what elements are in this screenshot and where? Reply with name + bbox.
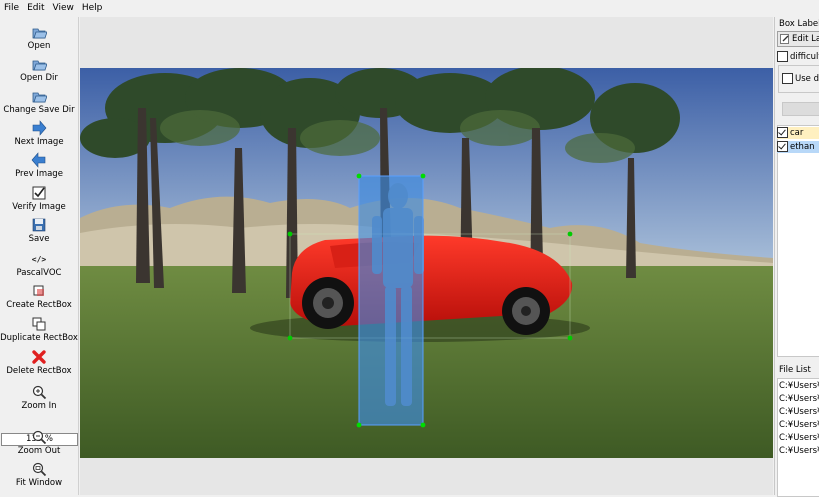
duplicate-rectbox-button[interactable]: Duplicate RectBox bbox=[0, 316, 78, 343]
file-list-item[interactable]: C:¥Users¥s bbox=[779, 381, 819, 391]
label-list bbox=[777, 125, 819, 357]
delete-rectbox-button[interactable]: Delete RectBox bbox=[0, 349, 78, 376]
edit-label-text: Edit La bbox=[792, 34, 819, 44]
fit-window-label: Fit Window bbox=[15, 478, 63, 488]
difficult-label: difficult bbox=[790, 52, 819, 62]
zoom-out-icon bbox=[32, 430, 47, 445]
delete-rectbox-label: Delete RectBox bbox=[6, 366, 72, 376]
annotated-image[interactable] bbox=[80, 68, 773, 458]
file-list-item[interactable]: C:¥Users¥s bbox=[779, 407, 819, 417]
prev-image-button[interactable]: Prev Image bbox=[0, 152, 78, 179]
car-box-handle bbox=[567, 231, 573, 237]
zoom-out-button[interactable]: Zoom Out bbox=[0, 429, 78, 456]
menu-view[interactable]: View bbox=[49, 0, 78, 13]
delete-x-icon bbox=[32, 350, 46, 364]
open-button[interactable]: Open bbox=[0, 24, 78, 51]
ethan-box-handle bbox=[356, 173, 362, 179]
file-list-item[interactable]: C:¥Users¥s bbox=[779, 394, 819, 404]
file-list-item[interactable]: C:¥Users¥s bbox=[779, 433, 819, 443]
zoom-in-icon bbox=[32, 385, 47, 400]
duplicate-rectbox-icon bbox=[32, 317, 46, 331]
duplicate-rectbox-label: Duplicate RectBox bbox=[0, 333, 78, 343]
open-dir-button[interactable]: Open Dir bbox=[0, 56, 78, 83]
file-list-item[interactable]: C:¥Users¥s bbox=[779, 420, 819, 430]
ethan-box-handle bbox=[356, 422, 362, 428]
difficult-checkbox[interactable]: difficult bbox=[777, 51, 819, 62]
use-default-checkbox-box[interactable] bbox=[782, 73, 793, 84]
label-item-ethan[interactable]: ethan bbox=[777, 141, 819, 153]
car-box-handle bbox=[567, 335, 573, 341]
open-dir-icon bbox=[32, 60, 47, 71]
open-label: Open bbox=[27, 41, 51, 51]
zoom-out-label: Zoom Out bbox=[17, 446, 61, 456]
zoom-in-button[interactable]: Zoom In bbox=[0, 384, 78, 411]
label-item-car[interactable]: car bbox=[777, 127, 819, 139]
file-list-title: File List bbox=[779, 365, 811, 375]
difficult-checkbox-box[interactable] bbox=[777, 51, 788, 62]
create-rectbox-button[interactable]: Create RectBox bbox=[0, 283, 78, 310]
use-default-label-text: Use d bbox=[795, 74, 819, 84]
default-label-group: Use d bbox=[778, 65, 819, 93]
change-save-dir-icon bbox=[32, 92, 47, 103]
fit-window-button[interactable]: Fit Window bbox=[0, 461, 78, 488]
save-button[interactable]: Save bbox=[0, 217, 78, 244]
car-box-handle bbox=[287, 335, 293, 341]
box-labels-title: Box Labels bbox=[779, 19, 819, 29]
fit-window-icon bbox=[32, 462, 47, 477]
label-ethan-checkbox[interactable] bbox=[777, 141, 788, 152]
prev-arrow-icon bbox=[31, 152, 46, 168]
next-image-button[interactable]: Next Image bbox=[0, 120, 78, 147]
pascalvoc-label: PascalVOC bbox=[16, 268, 62, 278]
next-image-label: Next Image bbox=[14, 137, 64, 147]
scene-image bbox=[80, 68, 773, 458]
verify-check-icon bbox=[32, 186, 46, 200]
car-box-handle bbox=[287, 231, 293, 237]
menu-help[interactable]: Help bbox=[78, 0, 107, 13]
ethan-box-handle bbox=[420, 422, 426, 428]
next-arrow-icon bbox=[32, 120, 47, 136]
ethan-bounding-box bbox=[358, 175, 424, 426]
create-rectbox-icon bbox=[33, 285, 44, 296]
left-toolbar: Open Open Dir Change Save Dir Next Image… bbox=[0, 17, 79, 495]
save-disk-icon bbox=[32, 218, 46, 232]
pascalvoc-button[interactable]: </> PascalVOC bbox=[0, 251, 78, 278]
menu-edit[interactable]: Edit bbox=[23, 0, 48, 13]
save-label: Save bbox=[28, 234, 50, 244]
code-tag-icon: </> bbox=[32, 255, 47, 264]
prev-image-label: Prev Image bbox=[15, 169, 63, 179]
verify-image-label: Verify Image bbox=[12, 202, 66, 212]
label-ethan-text: ethan bbox=[790, 142, 815, 152]
file-list-item[interactable]: C:¥Users¥s bbox=[779, 446, 819, 456]
label-car-checkbox[interactable] bbox=[777, 127, 788, 138]
menu-file[interactable]: File bbox=[0, 0, 23, 13]
verify-image-button[interactable]: Verify Image bbox=[0, 185, 78, 212]
open-dir-label: Open Dir bbox=[20, 73, 58, 83]
use-default-label-checkbox[interactable]: Use d bbox=[782, 73, 819, 84]
label-car-text: car bbox=[790, 128, 804, 138]
ethan-box-handle bbox=[420, 173, 426, 179]
edit-pencil-icon bbox=[780, 34, 789, 44]
svg-text:</>: </> bbox=[32, 255, 47, 264]
menu-bar: File Edit View Help bbox=[0, 0, 819, 17]
create-rectbox-label: Create RectBox bbox=[6, 300, 72, 310]
zoom-in-label: Zoom In bbox=[21, 401, 57, 411]
change-save-dir-button[interactable]: Change Save Dir bbox=[0, 88, 78, 115]
right-dock: Box Labels Edit La difficult Use d car e… bbox=[774, 17, 819, 497]
change-save-dir-label: Change Save Dir bbox=[3, 105, 75, 115]
default-label-input[interactable] bbox=[782, 102, 819, 116]
open-folder-icon bbox=[32, 28, 47, 39]
edit-label-button[interactable]: Edit La bbox=[777, 31, 819, 47]
